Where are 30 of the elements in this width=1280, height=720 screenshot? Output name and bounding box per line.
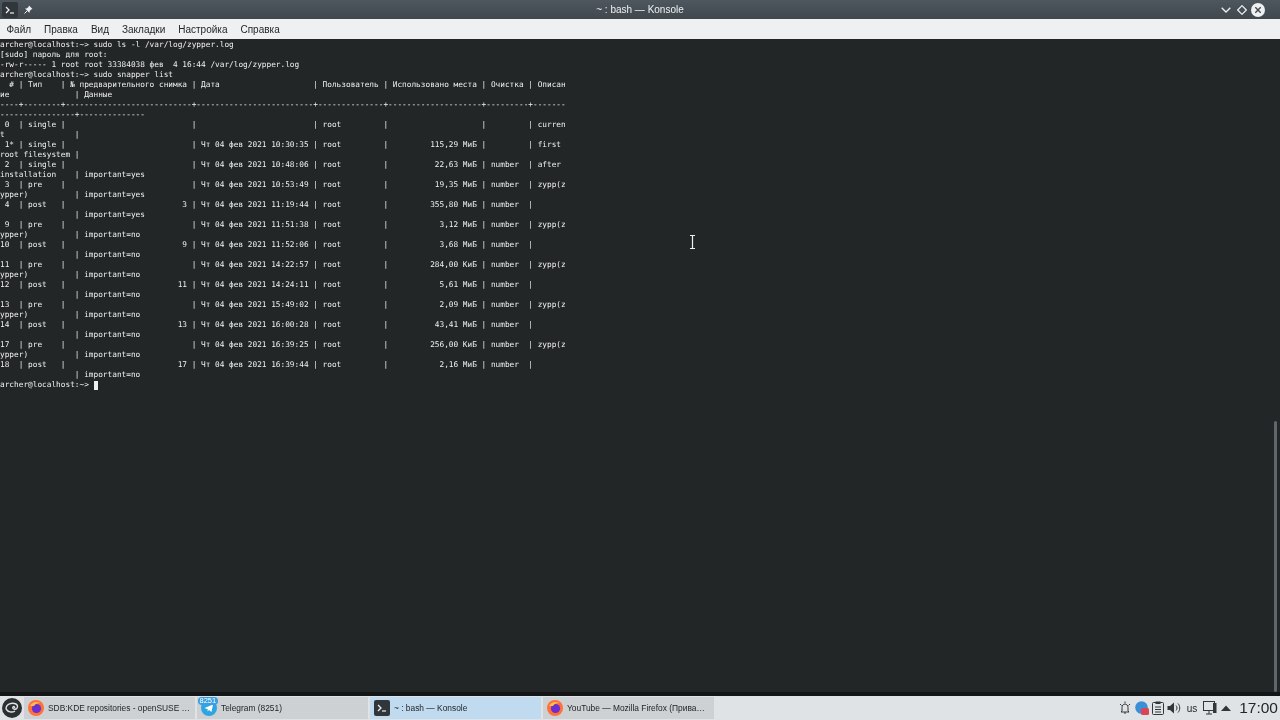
chevron-down-icon xyxy=(1221,6,1231,13)
round-logo-icon[interactable] xyxy=(2,698,22,718)
triangle-up-icon[interactable] xyxy=(1220,704,1233,712)
menu-item[interactable]: Настройка xyxy=(171,20,234,38)
window-title: ~ : bash — Konsole xyxy=(596,4,684,15)
menu-item[interactable]: Вид xyxy=(84,20,116,38)
close-button[interactable] xyxy=(1250,1,1266,18)
flame-globe-icon xyxy=(28,700,44,716)
speaker-icon[interactable] xyxy=(1166,702,1181,714)
menu-item[interactable]: Закладки xyxy=(115,20,172,38)
taskbar-task[interactable]: ~ : bash — Konsole xyxy=(370,697,541,719)
menu-item[interactable]: Файл xyxy=(0,20,38,38)
menu-item[interactable]: Правка xyxy=(37,20,85,38)
taskbar-task[interactable]: YouTube — Mozilla Firefox (Прива… xyxy=(543,697,714,719)
i-beam-pointer-icon xyxy=(689,235,696,249)
menu-item[interactable]: Справка xyxy=(234,20,287,38)
keyboard-layout[interactable]: us xyxy=(1186,702,1198,714)
terminal-icon xyxy=(374,700,390,716)
clock[interactable]: 17:00 xyxy=(1239,699,1278,717)
clipboard-icon[interactable] xyxy=(1151,701,1164,715)
taskbar-task[interactable]: SDB:KDE repositories - openSUSE … xyxy=(24,697,195,719)
close-icon xyxy=(1251,2,1265,17)
scrollbar-thumb[interactable] xyxy=(1273,421,1277,692)
monitor-icon[interactable] xyxy=(1203,701,1218,715)
pin-icon[interactable] xyxy=(24,4,33,15)
diamond-icon xyxy=(1237,4,1247,15)
terminal-icon[interactable] xyxy=(2,1,18,18)
cursor-block-icon xyxy=(93,380,99,390)
bell-icon[interactable] xyxy=(1117,701,1132,715)
flame-globe-icon xyxy=(547,700,563,716)
